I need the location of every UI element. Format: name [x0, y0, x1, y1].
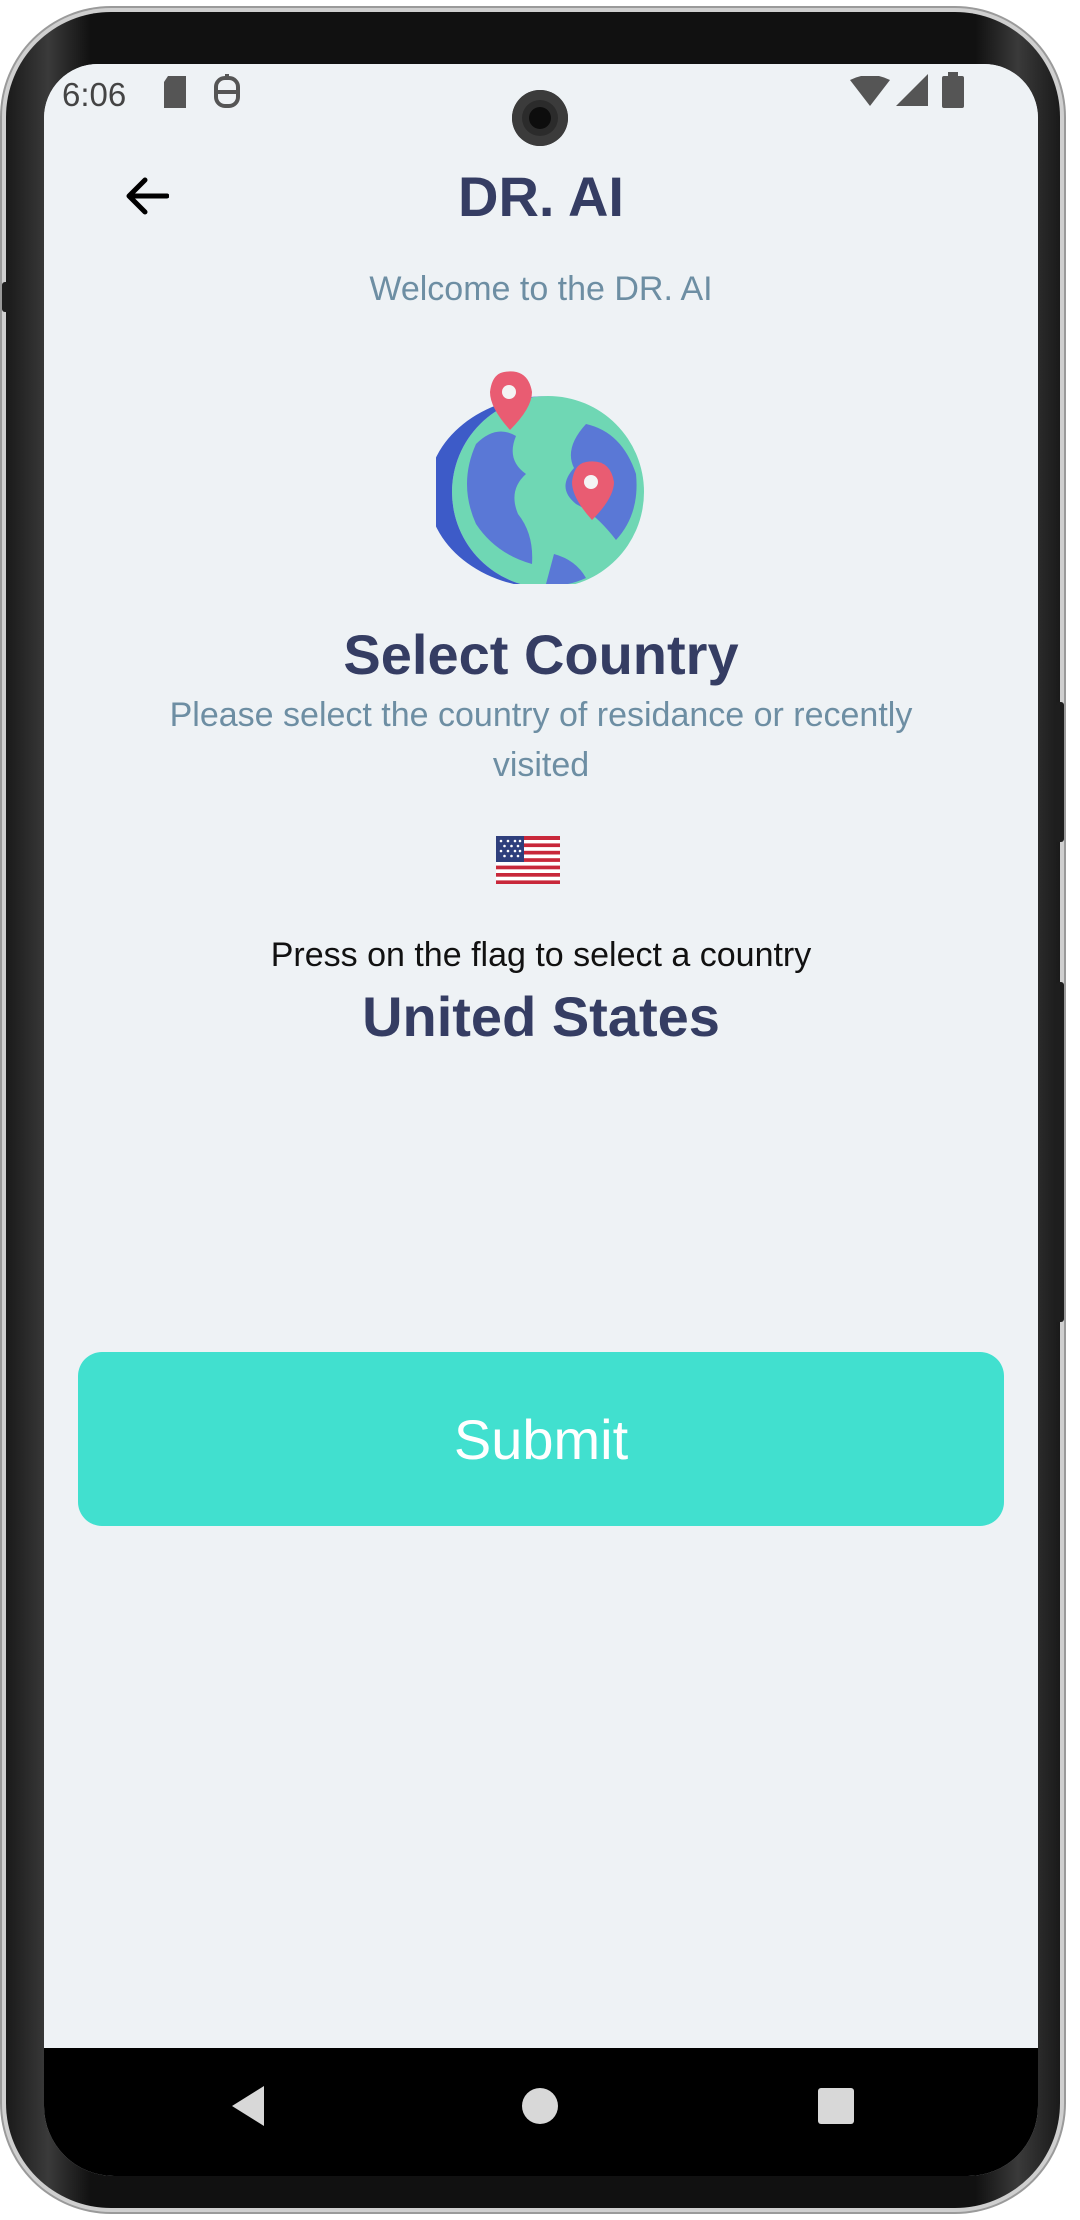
nav-recents-button[interactable]	[806, 2078, 866, 2138]
nav-recents-icon	[816, 2086, 856, 2131]
app-title: DR. AI	[458, 165, 624, 228]
signal-icon	[896, 74, 928, 111]
country-flag-button[interactable]	[496, 836, 560, 884]
selected-country-name: United States	[362, 985, 720, 1048]
side-button-left	[2, 282, 10, 312]
assistant-icon	[212, 74, 242, 115]
phone-frame: 6:06 DR. AI Welcome to the DR. AI Select…	[2, 12, 1064, 2208]
nav-home-icon	[520, 2086, 560, 2131]
power-button	[1056, 702, 1064, 842]
status-time: 6:06	[62, 76, 127, 113]
select-country-title: Select Country	[343, 623, 739, 686]
front-camera	[512, 90, 568, 146]
nav-back-icon	[228, 2084, 268, 2133]
volume-button	[1056, 982, 1064, 1322]
wifi-icon	[850, 75, 890, 111]
submit-button[interactable]: Submit	[78, 1352, 1004, 1526]
screen: 6:06 DR. AI Welcome to the DR. AI Select…	[44, 64, 1038, 2176]
battery-icon	[942, 72, 964, 113]
globe-with-pins-icon	[428, 364, 656, 588]
flag-hint-text: Press on the flag to select a country	[270, 936, 812, 974]
sd-card-icon	[162, 76, 188, 113]
nav-home-button[interactable]	[510, 2078, 570, 2138]
welcome-text: Welcome to the DR. AI	[369, 270, 713, 308]
nav-back-button[interactable]	[218, 2078, 278, 2138]
navigation-bar	[44, 2048, 1038, 2176]
select-country-description: Please select the country of residance o…	[169, 696, 913, 784]
us-flag-icon	[496, 836, 560, 888]
